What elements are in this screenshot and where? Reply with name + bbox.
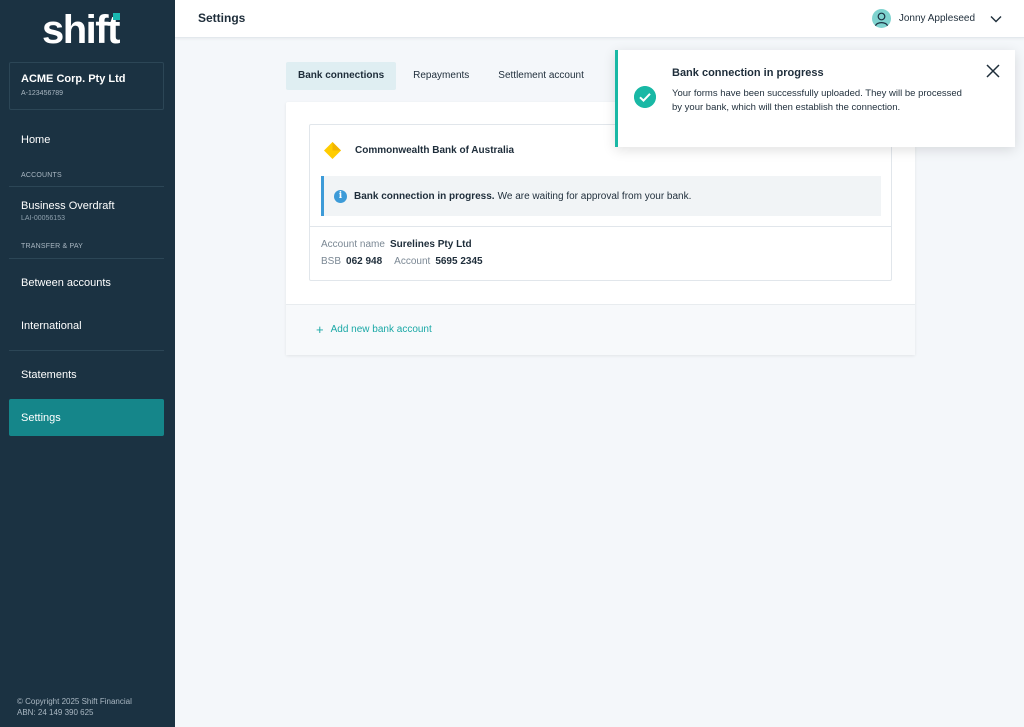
section-label-accounts: ACCOUNTS xyxy=(21,172,62,179)
close-icon[interactable] xyxy=(986,64,1000,78)
section-label-transfer: TRANSFER & PAY xyxy=(21,243,84,250)
sidebar-item-label: Between accounts xyxy=(21,277,111,289)
chevron-down-icon[interactable] xyxy=(990,15,1002,23)
user-menu[interactable]: Jonny Appleseed xyxy=(871,9,1002,28)
account-name-value: Surelines Pty Ltd xyxy=(389,239,472,250)
info-icon: i xyxy=(334,189,347,203)
sidebar-item-label: Statements xyxy=(21,369,77,381)
panel-footer: + Add new bank account xyxy=(286,304,915,355)
tab-settlement-account[interactable]: Settlement account xyxy=(486,62,596,90)
sidebar-item-international[interactable]: International xyxy=(9,317,164,335)
logo-text: shift xyxy=(42,8,120,52)
sidebar-item-label: Home xyxy=(21,134,51,146)
abn-text: ABN: 24 149 390 625 xyxy=(17,708,94,717)
organization-selector[interactable]: ACME Corp. Pty Ltd A-123456789 xyxy=(9,62,164,110)
bsb-label: BSB xyxy=(321,256,342,267)
sidebar-item-settings[interactable]: Settings xyxy=(9,399,164,436)
account-label: Account xyxy=(394,256,431,267)
bank-name: Commonwealth Bank of Australia xyxy=(355,145,515,156)
bsb-value: 062 948 xyxy=(346,256,383,267)
user-icon xyxy=(874,12,888,27)
user-name: Jonny Appleseed xyxy=(898,13,975,24)
bank-connection-card: Commonwealth Bank of Australia i Bank co… xyxy=(309,124,892,281)
logo-dot xyxy=(113,13,120,20)
divider xyxy=(9,258,164,259)
settings-tabs: Bank connections Repayments Settlement a… xyxy=(286,62,596,90)
bsb-account-row: BSB 062 948 Account 5695 2345 xyxy=(321,256,483,267)
sidebar-item-label: International xyxy=(21,320,82,332)
top-header: Settings Jonny Appleseed xyxy=(175,0,1024,38)
tab-bank-connections[interactable]: Bank connections xyxy=(286,62,397,90)
check-circle-icon xyxy=(634,86,656,108)
tab-repayments[interactable]: Repayments xyxy=(401,62,481,90)
org-id: A-123456789 xyxy=(21,90,64,97)
sidebar-item-between-accounts[interactable]: Between accounts xyxy=(9,274,164,292)
account-id: LAI-00056153 xyxy=(21,215,65,222)
copyright-text: © Copyright 2025 Shift Financial xyxy=(17,697,132,706)
add-bank-label: Add new bank account xyxy=(330,324,432,335)
alert-title: Bank connection in progress. xyxy=(354,190,495,202)
page-title: Settings xyxy=(198,11,246,25)
add-bank-account-button[interactable]: + Add new bank account xyxy=(316,321,432,337)
divider xyxy=(9,186,164,187)
org-name: ACME Corp. Pty Ltd xyxy=(21,73,126,85)
copyright: © Copyright 2025 Shift Financial ABN: 24… xyxy=(17,696,132,718)
sidebar-item-label: Business Overdraft xyxy=(21,200,115,212)
toast-title: Bank connection in progress xyxy=(672,67,824,79)
sidebar-item-label: Settings xyxy=(21,411,61,424)
sidebar-item-business-overdraft[interactable]: Business Overdraft LAI-00056153 xyxy=(9,200,164,226)
account-name-row: Account name Surelines Pty Ltd xyxy=(321,239,472,250)
account-value: 5695 2345 xyxy=(435,256,483,267)
sidebar-item-statements[interactable]: Statements xyxy=(9,366,164,384)
alert-text: We are waiting for approval from your ba… xyxy=(497,190,692,202)
pending-approval-alert: i Bank connection in progress. We are wa… xyxy=(321,176,881,216)
avatar xyxy=(871,9,891,28)
sidebar: shift ACME Corp. Pty Ltd A-123456789 Hom… xyxy=(0,0,175,727)
divider xyxy=(9,350,164,351)
sidebar-item-home[interactable]: Home xyxy=(9,131,164,149)
commonwealth-bank-logo-icon xyxy=(324,142,341,159)
plus-icon: + xyxy=(316,321,324,337)
toast-message: Your forms have been successfully upload… xyxy=(672,88,962,113)
account-name-label: Account name xyxy=(321,239,385,250)
divider xyxy=(310,226,891,227)
shift-logo[interactable]: shift xyxy=(42,8,120,53)
success-toast: Bank connection in progress Your forms h… xyxy=(615,50,1015,147)
